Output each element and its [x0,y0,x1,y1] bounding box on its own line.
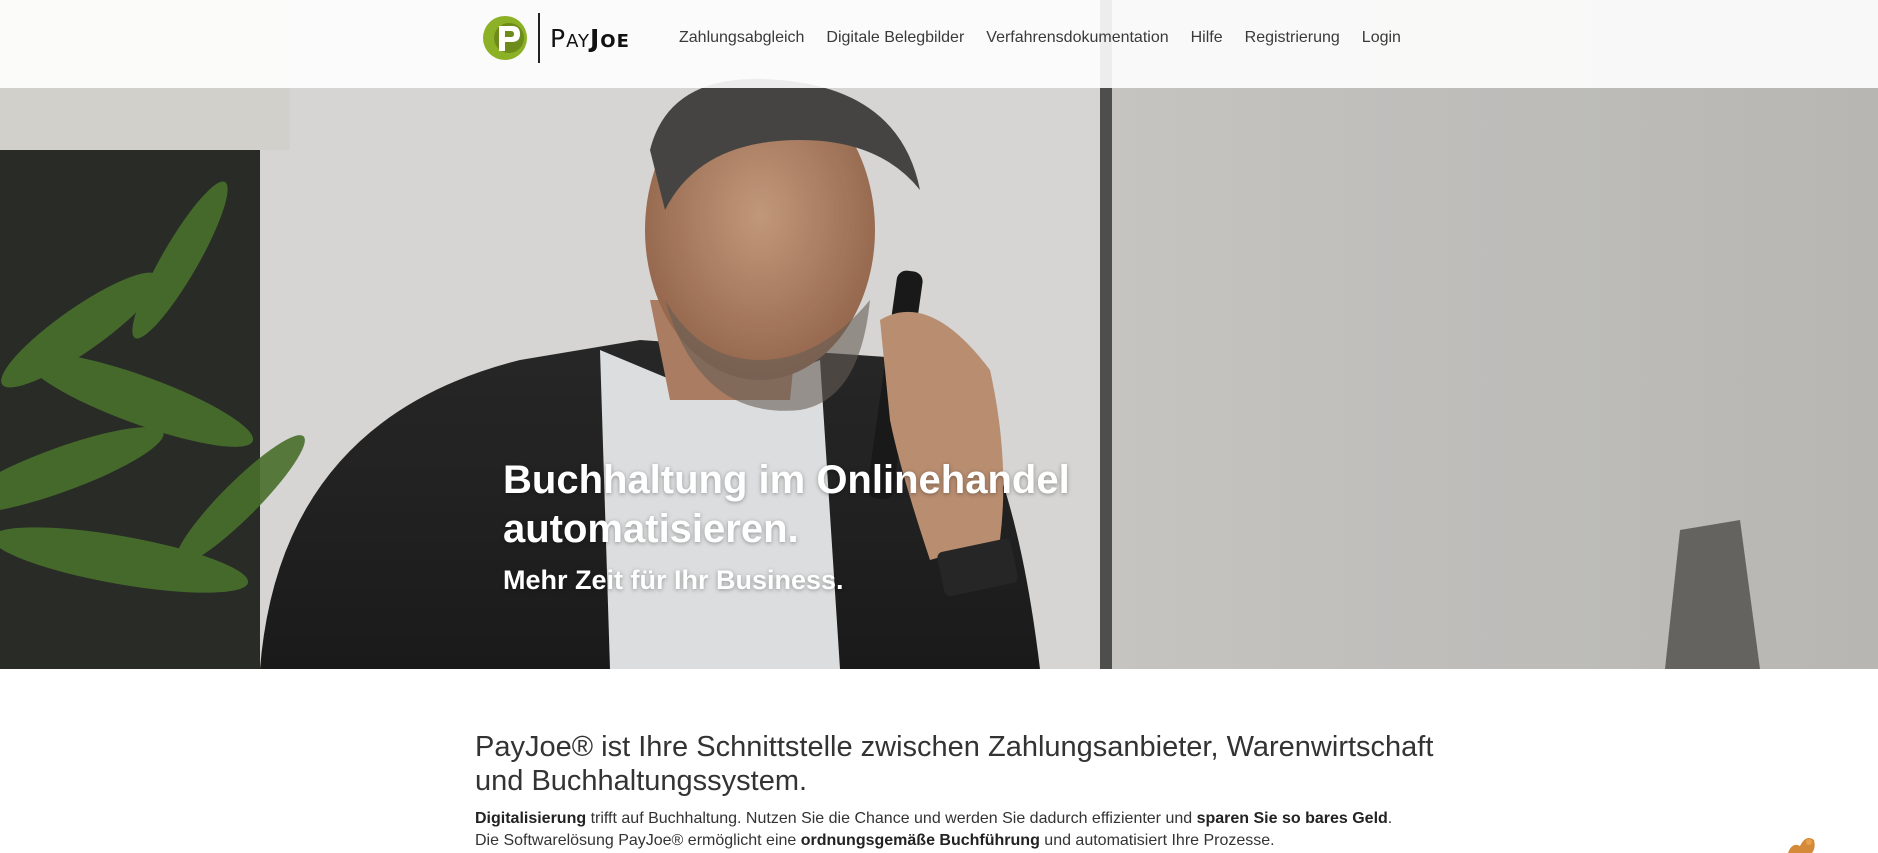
nav-item: Zahlungsabgleich [668,26,815,50]
intro-text-segment: und automatisiert Ihre Prozesse. [1039,832,1275,849]
feedback-widget-icon[interactable] [1782,834,1832,853]
nav-item: Registrierung [1234,26,1351,50]
nav-link-digitale-belegbilder[interactable]: Digitale Belegbilder [815,26,975,50]
brand-name-part2: Joe [590,23,630,53]
intro-text-segment: trifft auf Buchhaltung. Nutzen Sie die C… [586,810,1197,827]
brand-logo-link[interactable]: PayJoe [482,12,630,64]
intro-text-segment: Die Softwarelösung PayJoe® ermöglicht ei… [475,832,801,849]
brand-divider [538,13,540,63]
intro-text: Digitalisierung trifft auf Buchhaltung. … [475,808,1455,852]
top-navbar: PayJoe Zahlungsabgleich Digitale Belegbi… [0,0,1878,88]
intro-bold-geld: sparen Sie so bares Geld [1196,810,1388,827]
nav-link-verfahrensdokumentation[interactable]: Verfahrensdokumentation [975,26,1179,50]
intro-bold-buchfuehrung: ordnungsgemäße Buchführung [800,832,1040,849]
intro-heading: PayJoe® ist Ihre Schnittstelle zwischen … [475,731,1434,797]
hero-subtitle: Mehr Zeit für Ihr Business. [503,565,844,595]
nav-item: Login [1351,26,1412,50]
nav-link-zahlungsabgleich[interactable]: Zahlungsabgleich [668,26,815,50]
brand-name: PayJoe [550,24,630,53]
hero-banner: Buchhaltung im Onlinehandel automatisier… [0,0,1878,669]
hero-photo [0,0,1878,669]
intro-bold-digitalisierung: Digitalisierung [475,810,587,827]
intro-text-segment: . [1387,810,1393,827]
hero-title: Buchhaltung im Onlinehandel automatisier… [503,458,1070,551]
payjoe-p-logo-icon [483,16,527,60]
nav-item: Verfahrensdokumentation [975,26,1179,50]
nav-item: Hilfe [1180,26,1234,50]
brand-name-part1: Pay [550,23,590,53]
main-menu: Zahlungsabgleich Digitale Belegbilder Ve… [668,26,1412,50]
nav-link-hilfe[interactable]: Hilfe [1180,26,1234,50]
nav-link-login[interactable]: Login [1351,26,1412,50]
nav-item: Digitale Belegbilder [815,26,975,50]
intro-section: PayJoe® ist Ihre Schnittstelle zwischen … [475,730,1455,852]
nav-link-registrierung[interactable]: Registrierung [1234,26,1351,50]
